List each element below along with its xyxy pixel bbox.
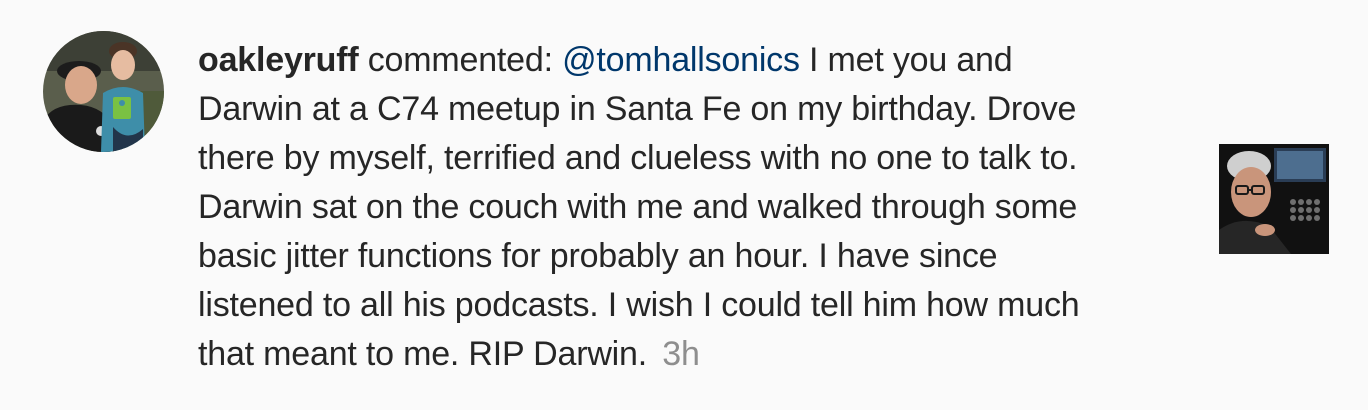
comment-text: oakleyruff commented: @tomhallsonics I m… — [198, 36, 1198, 379]
username-link[interactable]: oakleyruff — [198, 41, 359, 79]
avatar-photo — [43, 31, 164, 152]
comment-line-7: that meant to me. RIP Darwin. — [198, 335, 647, 373]
comment-line-3: there by myself, terrified and clueless … — [198, 139, 1078, 177]
comment-action: commented: — [367, 41, 553, 79]
post-thumbnail-photo — [1219, 144, 1329, 254]
comment-notification: oakleyruff commented: @tomhallsonics I m… — [0, 0, 1368, 410]
comment-line-4: Darwin sat on the couch with me and walk… — [198, 188, 1078, 226]
post-thumbnail[interactable] — [1219, 144, 1329, 254]
comment-line-1: I met you and — [809, 41, 1013, 79]
timestamp: 3h — [662, 335, 700, 373]
avatar[interactable] — [43, 31, 164, 152]
comment-line-2: Darwin at a C74 meetup in Santa Fe on my… — [198, 90, 1077, 128]
comment-line-5: basic jitter functions for probably an h… — [198, 237, 998, 275]
mention-link[interactable]: @tomhallsonics — [562, 41, 800, 79]
comment-line-6: listened to all his podcasts. I wish I c… — [198, 286, 1080, 324]
